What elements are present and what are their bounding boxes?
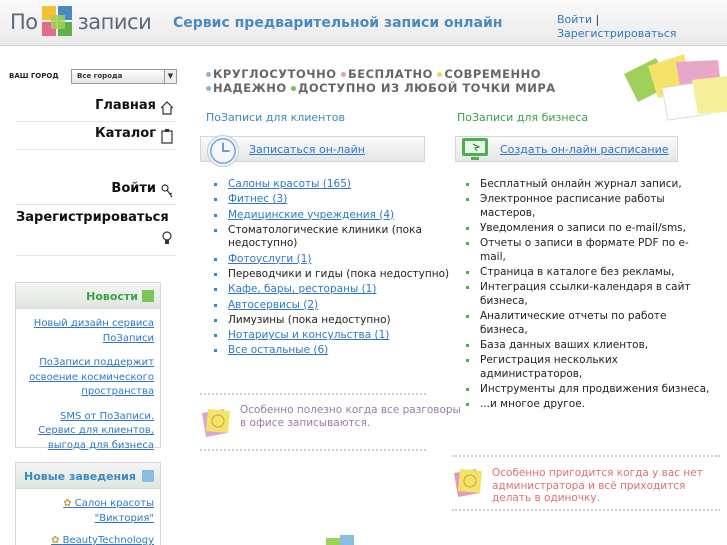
tagline-item: БЕСПЛАТНО (348, 67, 433, 81)
nav-item-label: Каталог (95, 126, 156, 141)
news-item[interactable]: Новый дизайн сервиса ПоЗаписи (20, 317, 154, 346)
tagline-row-2: НАДЕЖНО ДОСТУПНО ИЗ ЛЮБОЙ ТОЧКИ МИРА (206, 81, 556, 95)
green-square-icon (142, 290, 154, 302)
logo-text-left: По (10, 10, 38, 34)
dot-icon (437, 72, 443, 77)
category-item[interactable]: Фитнес (3) (214, 193, 450, 207)
tagline-item: ДОСТУПНО ИЗ ЛЮБОЙ ТОЧКИ МИРА (298, 81, 556, 95)
category-item: Переводчики и гиды (пока недоступно) (214, 268, 450, 282)
nav-item-login[interactable]: Войти (16, 181, 176, 205)
new-places-list: ✿ Салон красоты "Виктория" ✿ BeautyTechn… (16, 489, 160, 545)
nav-item-label: Главная (95, 98, 156, 113)
home-icon (160, 101, 174, 115)
feature-item: Отчеты о записи в формате PDF по e-mail, (466, 237, 711, 264)
nav-item-catalog[interactable]: Каталог (16, 126, 176, 150)
business-note: Особенно пригодится когда у вас нет адми… (452, 455, 720, 511)
category-item: Стоматологические клиники (пока недоступ… (214, 224, 450, 251)
monitor-icon (462, 138, 488, 160)
dot-icon (291, 86, 297, 91)
new-place-label: Салон красоты "Виктория" (74, 498, 154, 524)
business-title: ПоЗаписи для бизнеса (457, 111, 589, 124)
sticky-note-icon (454, 469, 482, 497)
sticky-note-icon (202, 409, 230, 437)
create-schedule-link[interactable]: Создать он-лайн расписание (500, 143, 669, 156)
clients-title: ПоЗаписи для клиентов (206, 111, 345, 124)
dot-icon (341, 72, 346, 77)
feature-item: Регистрация нескольких администраторов, (466, 354, 711, 381)
feature-item: Уведомления о записи по e-mail/sms, (466, 222, 711, 236)
news-item[interactable]: SMS от ПоЗаписи. Сервис для клиентов, вы… (20, 410, 154, 454)
feature-item: Интеграция ссылки-календаря в сайт бизне… (466, 281, 711, 308)
business-action-bar: Создать он-лайн расписание (455, 136, 678, 162)
service-title: Сервис предварительной записи онлайн (173, 15, 503, 31)
gear-icon: ✿ (51, 535, 60, 545)
new-places-header: Новые заведения (16, 463, 160, 489)
city-select-value: Все города (77, 72, 123, 80)
category-item[interactable]: Кафе, бары, рестораны (1) (214, 283, 450, 297)
business-features-list: Бесплатный онлайн журнал записи, Электро… (466, 178, 711, 414)
news-box-header: Новости (16, 283, 160, 309)
header: По записи Сервис предварительной записи … (0, 0, 727, 46)
auth-separator: | (595, 13, 600, 26)
city-label: ВАШ ГОРОД (9, 72, 59, 80)
feature-item: Страница в каталоге без рекламы, (466, 266, 711, 280)
feature-item: Бесплатный онлайн журнал записи, (466, 178, 711, 192)
feature-item: ...и многое другое. (466, 398, 711, 412)
news-item[interactable]: ПоЗаписи поддержит освоение космического… (20, 356, 154, 400)
logo-text-right: записи (77, 10, 152, 34)
logo[interactable]: По записи (10, 6, 152, 38)
new-place-label: BeautyTechnology (62, 535, 154, 545)
gear-icon: ✿ (63, 498, 72, 509)
auth-links: Войти | Зарегистрироваться (557, 13, 677, 41)
category-item[interactable]: Медицинские учреждения (4) (214, 209, 450, 223)
footer-logo-icon (326, 535, 354, 545)
clients-category-list: Салоны красоты (165) Фитнес (3) Медицинс… (214, 178, 450, 360)
logo-squares-icon (41, 6, 74, 38)
category-item[interactable]: Все остальные (6) (214, 344, 450, 358)
feature-item: Аналитические отчеты по работе бизнеса, (466, 310, 711, 337)
news-box: Новости Новый дизайн сервиса ПоЗаписи По… (15, 282, 161, 451)
tagline-item: СОВРЕМЕННО (444, 67, 541, 81)
blue-square-icon (142, 470, 154, 482)
new-places-title: Новые заведения (24, 470, 136, 483)
tagline-row-1: КРУГЛОСУТОЧНО БЕСПЛАТНО СОВРЕМЕННО (206, 67, 541, 81)
clipboard-icon (161, 129, 173, 144)
nav-item-register[interactable]: Зарегистрироваться (16, 208, 176, 256)
nav-item-main[interactable]: Главная (16, 98, 176, 122)
dot-icon (206, 72, 211, 77)
chevron-down-icon: ▼ (164, 70, 176, 83)
dot-icon (206, 86, 211, 91)
tagline-item: КРУГЛОСУТОЧНО (213, 67, 337, 81)
category-item[interactable]: Фотоуслуги (1) (214, 253, 450, 267)
book-online-link[interactable]: Записаться он-лайн (249, 143, 365, 156)
news-list: Новый дизайн сервиса ПоЗаписи ПоЗаписи п… (16, 309, 160, 467)
clock-icon (207, 135, 239, 167)
business-note-text: Особенно пригодится когда у вас нет адми… (492, 467, 703, 504)
clients-action-bar: Записаться он-лайн (200, 135, 425, 167)
category-item[interactable]: Нотариусы и консульства (1) (214, 329, 450, 343)
lightbulb-icon (162, 231, 172, 244)
login-link[interactable]: Войти (557, 13, 592, 26)
feature-item: Инструменты для продвижения бизнеса, (466, 383, 711, 397)
decorative-notes-icon (624, 54, 727, 121)
category-item[interactable]: Салоны красоты (165) (214, 178, 450, 192)
new-places-box: Новые заведения ✿ Салон красоты "Виктори… (15, 462, 161, 545)
clients-note-text: Особенно полезно когда все разговоры в о… (240, 404, 461, 429)
register-link[interactable]: Зарегистрироваться (557, 27, 677, 40)
new-place-item[interactable]: ✿ Салон красоты "Виктория" (20, 497, 154, 526)
nav-item-label: Войти (111, 181, 156, 196)
city-select[interactable]: Все города ▼ (71, 69, 177, 84)
nav-item-label: Зарегистрироваться (16, 210, 169, 225)
feature-item: База данных ваших клиентов, (466, 339, 711, 353)
category-item[interactable]: Автосервисы (2) (214, 299, 450, 313)
clients-note: Особенно полезно когда все разговоры в о… (200, 393, 461, 451)
news-title: Новости (86, 290, 138, 303)
category-item: Лимузины (пока недоступно) (214, 314, 450, 328)
feature-item: Электронное расписание работы мастеров, (466, 193, 711, 220)
tagline-item: НАДЕЖНО (213, 81, 287, 95)
key-icon (161, 184, 173, 198)
new-place-item[interactable]: ✿ BeautyTechnology (20, 534, 154, 545)
